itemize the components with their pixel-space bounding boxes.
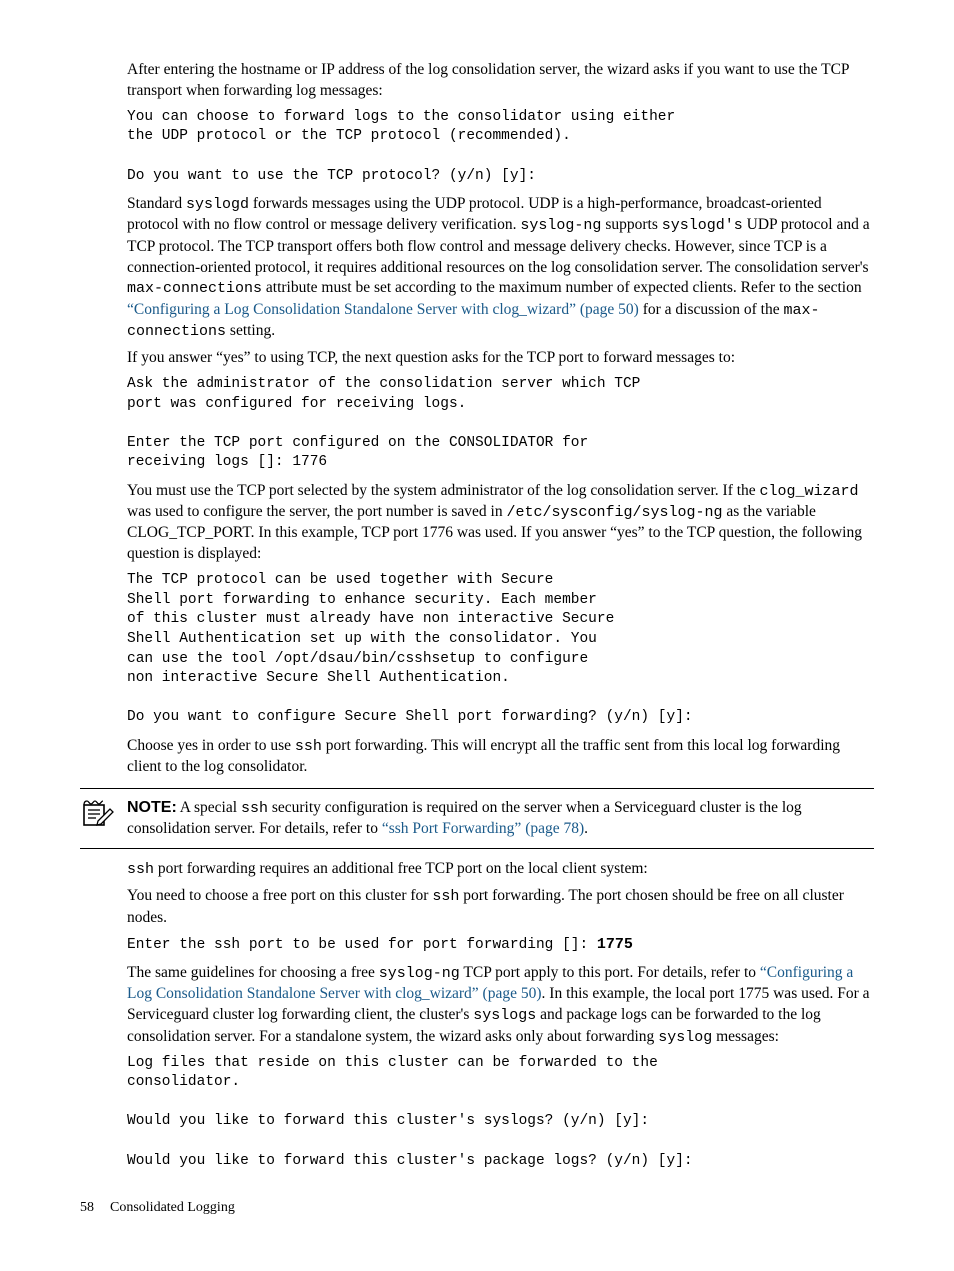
text: You need to choose a free port on this c… bbox=[127, 887, 432, 904]
paragraph: If you answer “yes” to using TCP, the ne… bbox=[127, 348, 874, 369]
text: . bbox=[584, 820, 588, 837]
text: setting. bbox=[226, 322, 275, 339]
code-inline: ssh bbox=[432, 888, 459, 905]
text: TCP port apply to this port. For details… bbox=[460, 964, 760, 981]
code-inline: ssh bbox=[241, 800, 268, 817]
code-inline: syslog-ng bbox=[520, 217, 601, 234]
note-icon bbox=[80, 799, 114, 834]
footer-section: Consolidated Logging bbox=[110, 1199, 235, 1218]
text: You must use the TCP port selected by th… bbox=[127, 482, 760, 499]
code-inline: /etc/sysconfig/syslog-ng bbox=[506, 504, 722, 521]
code-inline: syslogs bbox=[473, 1007, 536, 1024]
code-block: Log files that reside on this cluster ca… bbox=[127, 1054, 874, 1171]
code-inline: syslogd bbox=[186, 196, 249, 213]
page-footer: 58 Consolidated Logging bbox=[80, 1199, 874, 1218]
note-block: NOTE: A special ssh security configurati… bbox=[80, 788, 874, 849]
code-inline: syslog bbox=[658, 1029, 712, 1046]
code-block: You can choose to forward logs to the co… bbox=[127, 108, 874, 186]
text: port forwarding requires an additional f… bbox=[154, 860, 648, 877]
paragraph: ssh port forwarding requires an addition… bbox=[127, 859, 874, 880]
paragraph: After entering the hostname or IP addres… bbox=[127, 60, 874, 102]
text: Choose yes in order to use bbox=[127, 737, 295, 754]
paragraph: The same guidelines for choosing a free … bbox=[127, 963, 874, 1048]
text: Enter the ssh port to be used for port f… bbox=[127, 937, 597, 953]
text: The same guidelines for choosing a free bbox=[127, 964, 379, 981]
text: supports bbox=[601, 216, 661, 233]
paragraph: Choose yes in order to use ssh port forw… bbox=[127, 736, 874, 778]
code-block: Enter the ssh port to be used for port f… bbox=[127, 935, 874, 956]
link-ssh-port-forwarding[interactable]: “ssh Port Forwarding” (page 78) bbox=[382, 820, 584, 837]
code-inline: syslogd's bbox=[662, 217, 743, 234]
note-label: NOTE: bbox=[127, 799, 177, 816]
code-inline: ssh bbox=[295, 738, 322, 755]
paragraph: Standard syslogd forwards messages using… bbox=[127, 194, 874, 342]
text: Standard bbox=[127, 195, 186, 212]
text: A special bbox=[177, 799, 241, 816]
text: was used to configure the server, the po… bbox=[127, 503, 506, 520]
code-block: The TCP protocol can be used together wi… bbox=[127, 571, 874, 728]
link-config-standalone[interactable]: “Configuring a Log Consolidation Standal… bbox=[127, 301, 639, 318]
user-input: 1775 bbox=[597, 936, 633, 953]
text: messages: bbox=[712, 1028, 779, 1045]
text: attribute must be set according to the m… bbox=[262, 279, 862, 296]
code-inline: ssh bbox=[127, 861, 154, 878]
paragraph: You need to choose a free port on this c… bbox=[127, 886, 874, 928]
code-block: Ask the administrator of the consolidati… bbox=[127, 375, 874, 473]
paragraph: You must use the TCP port selected by th… bbox=[127, 481, 874, 565]
code-inline: max-connections bbox=[127, 280, 262, 297]
code-inline: clog_wizard bbox=[760, 483, 859, 500]
page-number: 58 bbox=[80, 1199, 94, 1218]
code-inline: syslog-ng bbox=[379, 965, 460, 982]
text: for a discussion of the bbox=[639, 301, 784, 318]
note-text: NOTE: A special ssh security configurati… bbox=[127, 797, 874, 840]
